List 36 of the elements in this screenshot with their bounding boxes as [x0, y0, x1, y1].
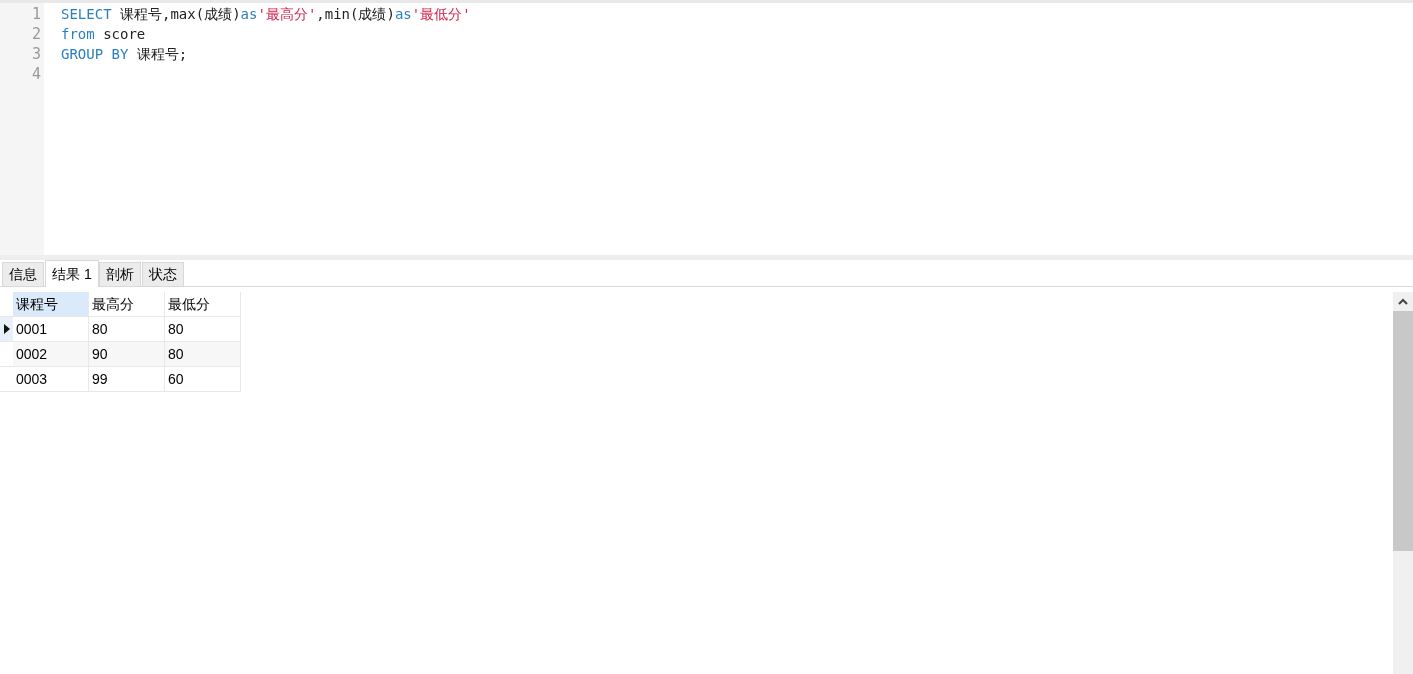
result-tab[interactable]: 剖析: [98, 262, 141, 286]
column-header[interactable]: 最高分: [89, 292, 165, 317]
sql-keyword: GROUP BY: [61, 45, 129, 64]
table-cell: 80: [165, 342, 241, 367]
sql-string: '最高分': [257, 5, 317, 24]
table-cell: 0001: [13, 317, 89, 342]
sql-text: 课程号;: [135, 45, 188, 64]
table-cell: 0002: [13, 342, 89, 367]
row-indicator[interactable]: [0, 317, 13, 342]
line-number: 4: [30, 64, 42, 84]
sql-keyword: as: [240, 5, 258, 24]
table-cell: 90: [89, 342, 165, 367]
table-cell: 99: [89, 367, 165, 392]
sql-string: '最低分': [411, 5, 471, 24]
column-header[interactable]: 课程号: [13, 292, 89, 317]
sql-text: score: [102, 25, 146, 44]
table-cell: 80: [165, 317, 241, 342]
result-tab[interactable]: 状态: [141, 262, 184, 286]
scrollbar-thumb[interactable]: [1393, 311, 1413, 551]
sql-text: ,min(成绩): [316, 5, 395, 24]
table-cell: 60: [165, 367, 241, 392]
vertical-scrollbar[interactable]: [1393, 292, 1413, 674]
result-tab[interactable]: 结果 1: [45, 260, 99, 287]
result-tab[interactable]: 信息: [2, 262, 44, 286]
column-header[interactable]: 最低分: [165, 292, 241, 317]
line-number: 3: [30, 44, 42, 64]
sql-keyword: from: [61, 25, 95, 44]
sql-keyword: as: [394, 5, 412, 24]
table-cell: 0003: [13, 367, 89, 392]
table-cell: 80: [89, 317, 165, 342]
scroll-up-icon[interactable]: [1398, 298, 1408, 305]
line-number: 2: [30, 24, 42, 44]
sql-keyword: SELECT: [61, 5, 112, 24]
current-row-icon: [3, 324, 10, 334]
sql-text: 课程号,max(成绩): [119, 5, 241, 24]
line-number: 1: [30, 4, 42, 24]
